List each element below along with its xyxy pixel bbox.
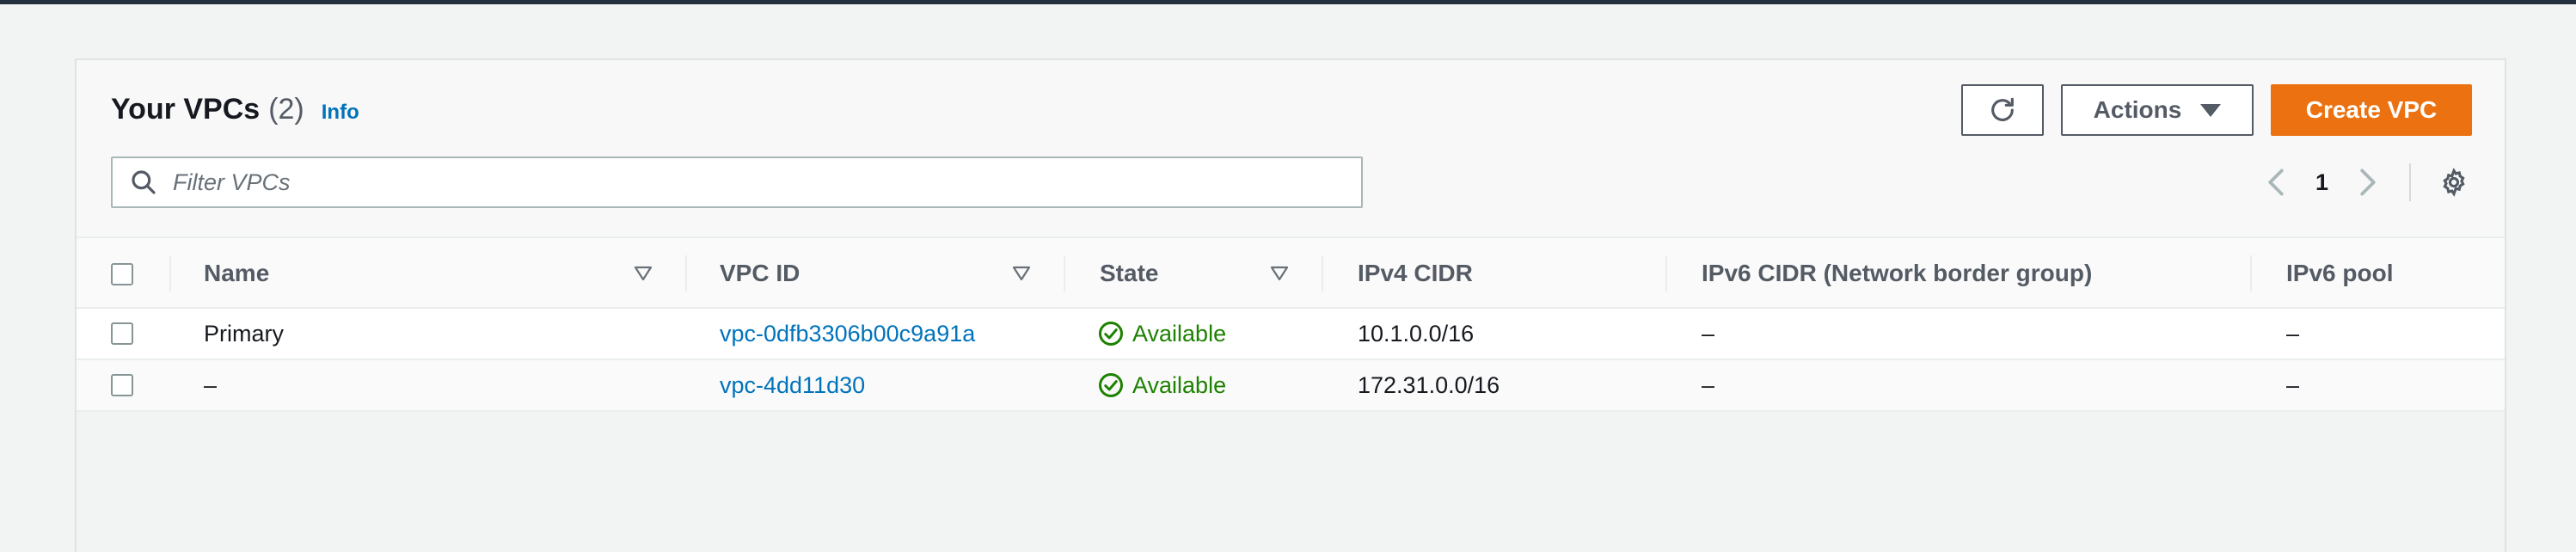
column-separator [169,255,171,291]
column-header-ipv6-cidr[interactable]: IPv6 CIDR (Network border group) [1702,238,2092,309]
pagination: 1 [2259,156,2471,208]
current-page-number[interactable]: 1 [2315,169,2328,196]
search-input[interactable] [171,168,1361,197]
status-success-icon [1099,322,1123,346]
column-header-state[interactable]: State [1100,238,1158,309]
actions-label: Actions [2093,96,2182,123]
vpc-count: (2) [268,93,304,126]
cell-vpc-id-link[interactable]: vpc-4dd11d30 [720,360,865,410]
table-column-headers: Name VPC ID State IPv4 CIDR IPv6 CIDR (N… [77,236,2505,309]
chevron-right-icon [2360,169,2376,196]
filter-vpcs-search [111,156,1363,208]
cell-state: Available [1098,309,1226,359]
cell-state: Available [1098,360,1226,410]
state-label: Available [1132,320,1227,347]
column-header-ipv4-cidr[interactable]: IPv4 CIDR [1358,238,1473,309]
refresh-icon [1991,97,2014,121]
select-all-checkbox[interactable] [111,263,133,285]
info-link[interactable]: Info [322,101,359,125]
column-separator [1064,255,1065,291]
column-separator [685,255,687,291]
cell-ipv6-cidr: – [1702,320,1715,347]
sort-icon[interactable] [634,238,653,309]
column-separator [2250,255,2252,291]
column-header-name[interactable]: Name [204,238,269,309]
cell-ipv4-cidr: 172.31.0.0/16 [1358,371,1500,398]
pager-divider [2409,163,2412,201]
gear-icon [2443,168,2465,197]
cell-ipv4-cidr: 10.1.0.0/16 [1358,320,1475,347]
caret-down-icon [2200,103,2222,117]
chevron-left-icon [2268,169,2284,196]
column-header-vpc-id[interactable]: VPC ID [720,238,800,309]
sort-triangle-icon [1270,266,1289,281]
cell-ipv6-cidr: – [1702,371,1715,398]
sort-icon[interactable] [1012,238,1031,309]
state-label: Available [1132,371,1227,398]
refresh-button[interactable] [1961,84,2044,136]
preferences-button[interactable] [2437,165,2471,199]
title-text: Your VPCs [111,93,261,126]
page-title: Your VPCs (2) Info [111,93,359,126]
create-vpc-button[interactable]: Create VPC [2271,84,2472,136]
table-row[interactable]: – vpc-4dd11d30 Available 172.31.0.0/16 –… [77,360,2505,412]
create-vpc-label: Create VPC [2305,96,2438,123]
sort-icon[interactable] [1270,238,1289,309]
cell-name: – [204,371,218,398]
actions-dropdown-button[interactable]: Actions [2061,84,2254,136]
row-select-checkbox[interactable] [111,374,133,396]
previous-page-button[interactable] [2259,165,2293,199]
next-page-button[interactable] [2351,165,2385,199]
cell-ipv6-pool: – [2286,371,2300,398]
row-select-checkbox[interactable] [111,322,133,345]
vpcs-table-container: Your VPCs (2) Info Actions Create VPC Fi… [75,58,2506,552]
status-success-icon [1099,373,1123,397]
search-icon [132,170,156,194]
top-navigation-bar [0,0,2576,4]
table-header-area: Your VPCs (2) Info Actions Create VPC Fi… [77,60,2505,236]
cell-vpc-id-link[interactable]: vpc-0dfb3306b00c9a91a [720,309,975,359]
sort-triangle-icon [1012,266,1031,281]
cell-ipv6-pool: – [2286,320,2300,347]
column-separator [1665,255,1667,291]
table-row[interactable]: Primary vpc-0dfb3306b00c9a91a Available … [77,309,2505,360]
column-separator [1322,255,1323,291]
cell-name: Primary [204,320,284,347]
column-header-ipv6-pool[interactable]: IPv6 pool [2286,238,2393,309]
sort-triangle-icon [634,266,653,281]
